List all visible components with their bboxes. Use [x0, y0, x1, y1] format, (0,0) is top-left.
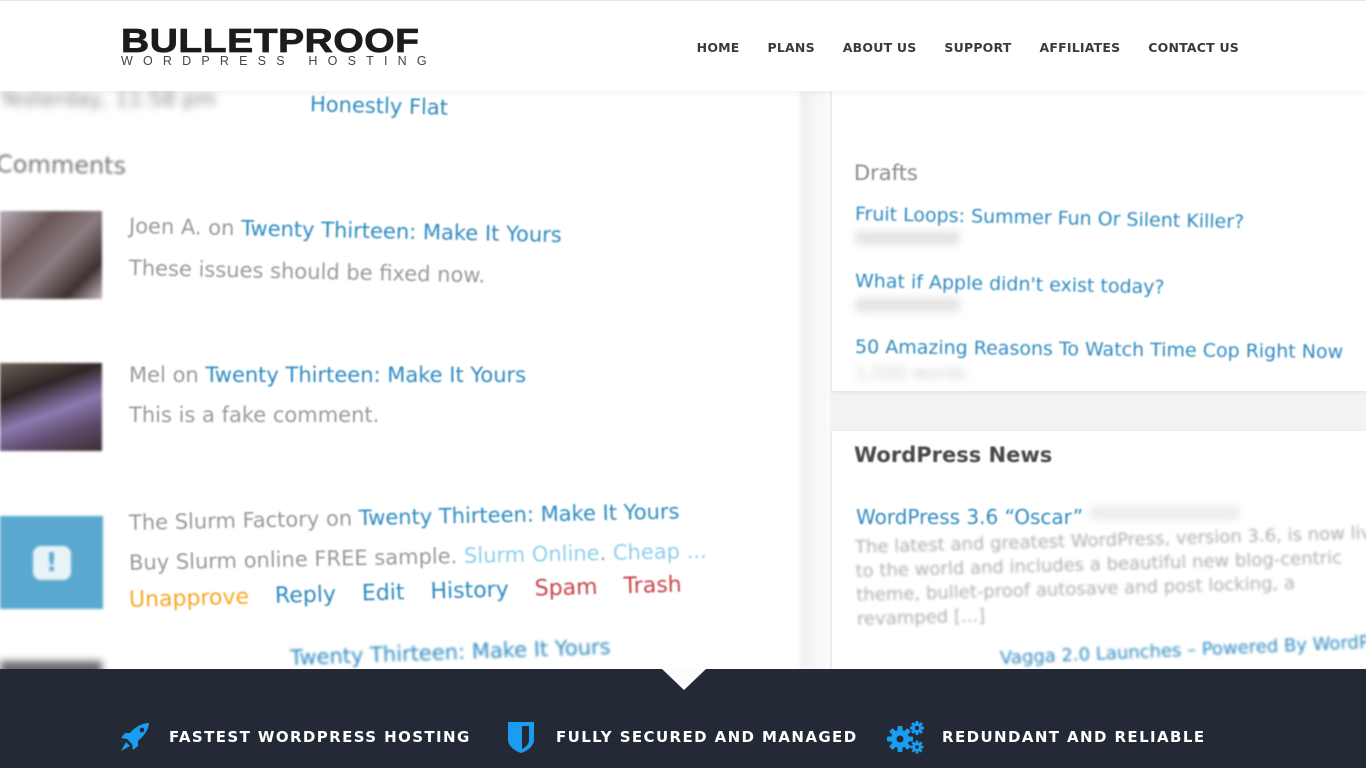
history-action: History: [430, 577, 510, 605]
main-nav: HOME PLANS ABOUT US SUPPORT AFFILIATES C…: [697, 40, 1239, 55]
logo-wordmark: BULLETPROOF: [121, 22, 420, 59]
comment-author: Joen A.: [128, 214, 202, 240]
site-header: BULLETPROOF WORDPRESS HOSTING HOME PLANS…: [0, 0, 1366, 91]
nav-home[interactable]: HOME: [697, 40, 740, 55]
comment-post-link: Twenty Thirteen: Make It Yours: [205, 363, 527, 387]
news-link: WordPress 3.6 “Oscar”: [856, 505, 1084, 529]
news-heading: WordPress News: [854, 443, 1053, 467]
news-date: [1090, 506, 1240, 520]
draft-word-count: [855, 231, 960, 245]
feature-label: FULLY SECURED AND MANAGED: [556, 728, 858, 746]
comment-on: on: [208, 215, 235, 241]
activity-post-link: Honestly Flat: [309, 92, 449, 120]
draft-word-count: [855, 298, 960, 312]
comment-author: Mel: [129, 363, 166, 387]
comment-link: Cheap ...: [612, 538, 707, 565]
draft-word-count: 1,500 words: [855, 363, 966, 384]
activity-date: Yesterday, 11:58 pm: [0, 91, 217, 111]
avatar: [0, 661, 102, 669]
logo[interactable]: BULLETPROOF WORDPRESS HOSTING: [121, 24, 461, 68]
edit-action: Edit: [361, 580, 405, 607]
nav-support[interactable]: SUPPORT: [944, 40, 1011, 55]
news-excerpt: The latest and greatest WordPress, versi…: [854, 522, 1366, 630]
spam-action: Spam: [534, 574, 598, 602]
unapprove-action: Unapprove: [128, 584, 250, 613]
feature-fastest-hosting: FASTEST WORDPRESS HOSTING: [117, 720, 471, 754]
feature-label: REDUNDANT AND RELIABLE: [942, 728, 1206, 746]
avatar-default: !: [0, 516, 103, 609]
comment-sep: .: [599, 541, 607, 566]
rocket-icon: [117, 721, 153, 753]
nav-about-us[interactable]: ABOUT US: [843, 40, 917, 55]
comment-link: Slurm Online: [463, 541, 600, 568]
trash-action: Trash: [623, 572, 682, 600]
gears-icon: [886, 720, 926, 754]
nav-affiliates[interactable]: AFFILIATES: [1040, 40, 1121, 55]
comment-author: The Slurm Factory: [128, 507, 320, 535]
comment-meta: Mel on Twenty Thirteen: Make It Yours: [129, 363, 526, 387]
comments-heading: Comments: [0, 150, 127, 180]
panel-shadow: [800, 91, 830, 669]
reply-action: Reply: [274, 582, 337, 609]
nav-contact-us[interactable]: CONTACT US: [1148, 40, 1239, 55]
shield-icon: [506, 720, 536, 754]
comment-on: on: [172, 363, 199, 387]
alert-icon: !: [32, 545, 71, 580]
comment-on: on: [325, 506, 353, 531]
section-notch: [662, 669, 706, 690]
drafts-heading: Drafts: [854, 161, 918, 185]
avatar: [0, 363, 102, 451]
feature-label: FASTEST WORDPRESS HOSTING: [169, 728, 471, 746]
comment-text: This is a fake comment.: [129, 403, 380, 427]
feature-secured-managed: FULLY SECURED AND MANAGED: [506, 720, 858, 754]
avatar: [0, 211, 102, 299]
feature-redundant-reliable: REDUNDANT AND RELIABLE: [886, 720, 1205, 754]
hero-background-image: Yesterday, 11:58 pm Honestly Flat Commen…: [0, 91, 1366, 669]
nav-plans[interactable]: PLANS: [768, 40, 815, 55]
